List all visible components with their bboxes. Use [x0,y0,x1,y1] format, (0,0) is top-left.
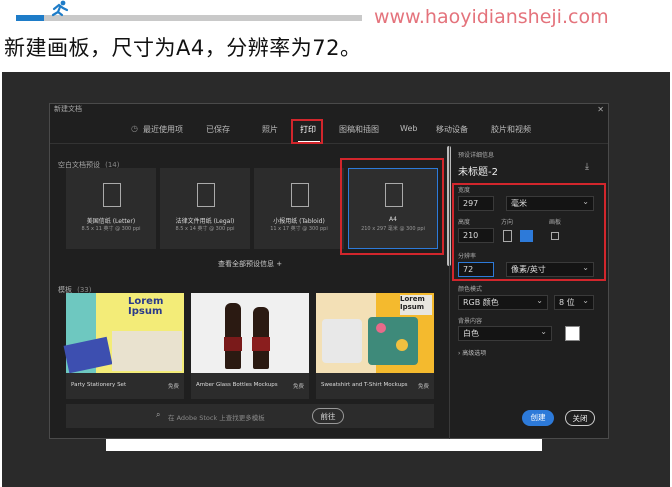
presets-panel: 空白文档预设 (14) 美国信纸 (Letter) 8.5 x 11 英寸 @ … [58,146,451,436]
preset-name: 美国信纸 (Letter) [86,218,136,225]
template-price: 免费 [292,384,304,390]
preset-name: 法律文件用纸 (Legal) [175,218,235,225]
tab-mobile[interactable]: 移动设备 [436,124,468,135]
template-price: 免费 [167,384,179,390]
color-mode-select[interactable]: RGB 颜色 [458,294,548,310]
dialog-title: 新建文档 [54,105,82,113]
template-party-stationery[interactable]: Lorem Ipsum Party Stationery Set 免费 [63,293,184,399]
background-label: 背景内容 [458,318,483,325]
bit-depth-select[interactable]: 8 位 [554,294,594,310]
template-sweatshirt-tshirt[interactable]: Lorem Ipsum Sweatshirt and T-Shirt Mocku… [316,293,434,399]
thumbnail-overlay-text: Lorem Ipsum [128,297,178,331]
preset-details-panel: 预设详细信息 未标题-2 ⤓ 宽度 297 毫米 高度 210 方向 画板 分辨… [452,150,606,438]
preset-legal[interactable]: 法律文件用纸 (Legal) 8.5 x 14 英寸 @ 300 ppi [160,168,250,249]
runner-logo-icon [51,0,69,17]
document-name[interactable]: 未标题-2 [458,163,498,178]
template-price: 免费 [417,384,429,390]
template-name: Sweatshirt and T-Shirt Mockups [321,382,408,388]
create-button[interactable]: 创建 [522,410,554,426]
template-name: Amber Glass Bottles Mockups [196,382,278,388]
go-button[interactable]: 前往 [312,408,344,424]
template-thumbnail: Lorem Ipsum [316,293,434,373]
view-all-presets-link[interactable]: 查看全部预设信息 + [218,259,282,269]
color-mode-label: 颜色模式 [458,286,483,293]
document-icon [197,183,215,207]
bottom-strip [106,439,542,451]
advanced-options-toggle[interactable]: › 高级选项 [458,348,486,357]
window-close-icon[interactable]: ✕ [597,104,604,115]
preset-letter[interactable]: 美国信纸 (Letter) 8.5 x 11 英寸 @ 300 ppi [66,168,156,249]
tab-art-illustration[interactable]: 图稿和插图 [339,124,379,135]
clock-icon: ◷ [131,124,138,133]
document-icon [291,183,309,207]
search-icon: ⌕ [156,410,161,419]
tab-web[interactable]: Web [400,124,417,133]
site-url[interactable]: www.haoyidiansheji.com [374,6,609,28]
close-button[interactable]: 关闭 [565,410,595,426]
preset-name: 小报用纸 (Tabloid) [273,218,325,225]
instruction-caption: 新建画板，尺寸为A4，分辨率为72。 [4,36,362,60]
preset-size: 11 x 17 英寸 @ 300 ppi [270,226,328,232]
stock-search-input[interactable]: 在 Adobe Stock 上查找更多模板 [168,412,265,422]
document-icon [103,183,121,207]
preset-tabloid[interactable]: 小报用纸 (Tabloid) 11 x 17 英寸 @ 300 ppi [254,168,344,249]
template-name: Party Stationery Set [71,382,127,388]
preset-size: 8.5 x 14 英寸 @ 300 ppi [175,226,235,232]
preset-size: 8.5 x 11 英寸 @ 300 ppi [81,226,141,232]
save-preset-icon[interactable]: ⤓ [585,162,589,172]
tab-recent[interactable]: 最近使用项 [143,124,183,135]
category-tabs: ◷ 最近使用项 已保存 照片 打印 图稿和插图 Web 移动设备 胶片和视频 [50,118,608,144]
template-thumbnail: Lorem Ipsum [63,293,184,374]
template-amber-bottles[interactable]: Amber Glass Bottles Mockups 免费 [191,293,309,399]
tab-film-video[interactable]: 胶片和视频 [491,124,531,135]
tab-print-highlight [291,119,323,144]
thumbnail-overlay-text: Lorem Ipsum [400,295,432,315]
template-thumbnail [191,293,309,373]
details-highlight [452,183,606,281]
stock-search-bar: ⌕ 在 Adobe Stock 上查找更多模板 前往 [66,404,434,428]
tab-photo[interactable]: 照片 [262,124,278,135]
background-select[interactable]: 白色 [458,325,552,341]
header-bar-accent [16,15,44,21]
tab-saved[interactable]: 已保存 [206,124,230,135]
details-section-title: 预设详细信息 [458,152,495,159]
background-color-swatch[interactable] [565,326,580,341]
preset-a4-highlight [340,158,444,255]
new-document-dialog: 新建文档 ✕ ◷ 最近使用项 已保存 照片 打印 图稿和插图 Web 移动设备 … [49,103,609,440]
panel-divider [449,146,450,440]
